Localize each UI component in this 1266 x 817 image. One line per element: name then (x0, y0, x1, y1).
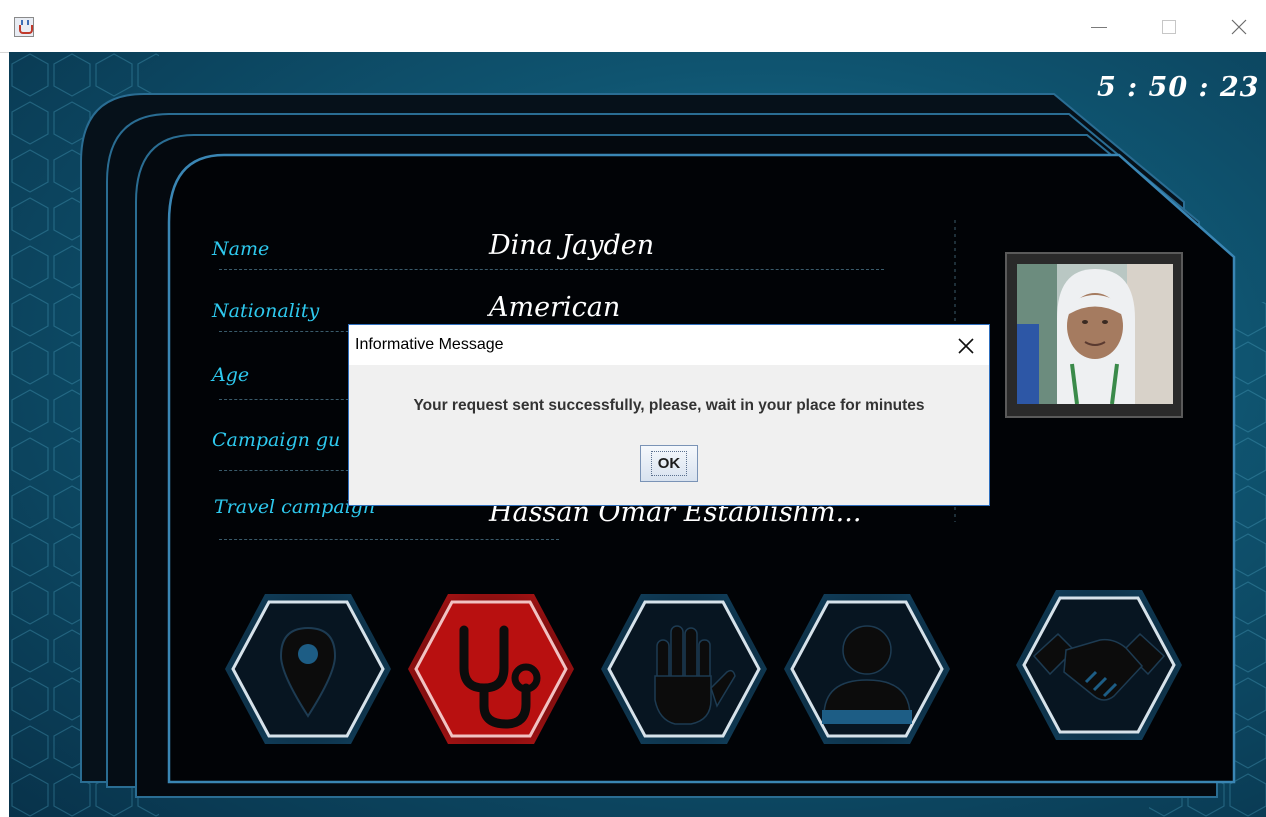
divider (219, 470, 359, 471)
medical-button[interactable] (406, 588, 576, 750)
help-request-button[interactable] (599, 588, 769, 750)
divider (219, 269, 884, 270)
location-button[interactable] (223, 588, 393, 750)
handshake-button[interactable] (1014, 584, 1184, 746)
nationality-label: Nationality (212, 300, 320, 322)
nationality-value: American (489, 292, 621, 323)
minimize-button[interactable] (1076, 12, 1122, 42)
dialog-title: Informative Message (355, 336, 504, 353)
campaign-guide-label: Campaign gu (212, 429, 341, 451)
minimize-icon (1091, 26, 1107, 28)
divider (219, 399, 359, 400)
age-label: Age (212, 364, 250, 386)
ok-button[interactable]: OK (640, 445, 698, 482)
profile-button[interactable] (782, 588, 952, 750)
maximize-button[interactable] (1146, 12, 1192, 42)
ok-button-label: OK (650, 451, 688, 476)
dialog-title-bar: Informative Message (349, 325, 989, 365)
dialog-close-button[interactable] (953, 333, 979, 359)
dialog-message: Your request sent successfully, please, … (413, 397, 925, 414)
close-window-button[interactable] (1216, 12, 1262, 42)
informative-message-dialog: Informative Message Your request sent su… (348, 324, 990, 506)
maximize-icon (1162, 20, 1176, 34)
person-photo (1017, 264, 1173, 404)
close-icon (958, 338, 974, 354)
name-label: Name (212, 238, 270, 260)
window-title-bar (0, 0, 1266, 53)
name-value: Dina Jayden (489, 230, 655, 261)
close-icon (1231, 19, 1247, 35)
divider (219, 539, 559, 540)
divider (219, 331, 359, 332)
profile-photo-frame (1005, 252, 1183, 418)
java-app-icon[interactable] (14, 17, 34, 37)
